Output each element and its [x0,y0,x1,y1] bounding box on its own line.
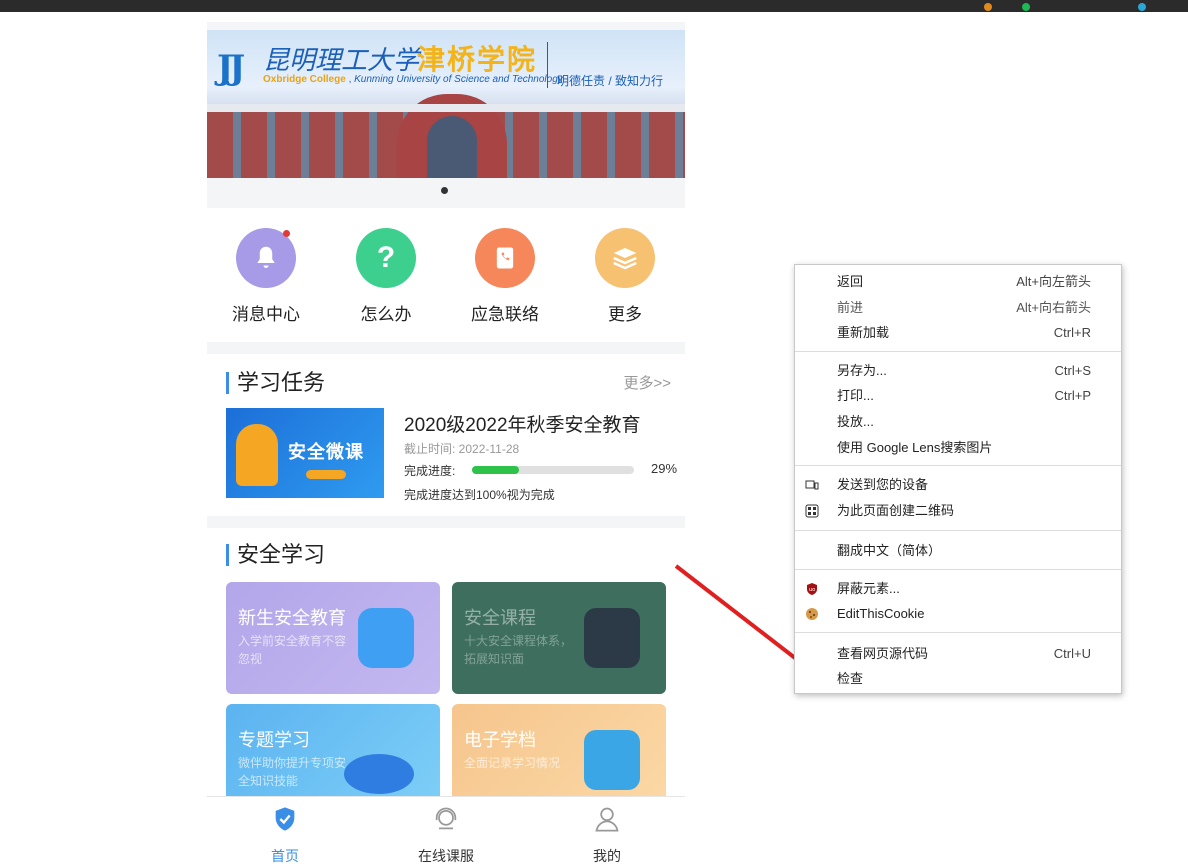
qr-code-icon [805,504,819,518]
cookie-icon [806,608,818,620]
menu-translate[interactable]: 翻成中文（简体） [795,539,1121,563]
menu-google-lens[interactable]: 使用 Google Lens搜索图片 [795,436,1121,460]
context-menu: 返回 Alt+向左箭头 前进 Alt+向右箭头 重新加载 Ctrl+R 另存为... C… [794,264,1122,694]
svg-text:uo: uo [809,587,815,593]
menu-save-as[interactable]: 另存为... Ctrl+S [795,359,1121,383]
menu-separator [795,351,1121,352]
menu-cast[interactable]: 投放... [795,410,1121,434]
menu-inspect[interactable]: 检查 [795,667,1121,691]
menu-reload[interactable]: 重新加载 Ctrl+R [795,321,1121,345]
menu-send-to-device[interactable]: 发送到您的设备 [795,473,1121,497]
menu-view-source[interactable]: 查看网页源代码 Ctrl+U [795,642,1121,666]
menu-separator [795,632,1121,633]
menu-separator [795,530,1121,531]
menu-block-element[interactable]: uo 屏蔽元素... [795,577,1121,601]
menu-separator [795,465,1121,466]
ublock-icon: uo [807,583,817,595]
menu-back[interactable]: 返回 Alt+向左箭头 [795,270,1121,294]
menu-editthiscookie[interactable]: EditThisCookie [795,602,1121,626]
menu-forward[interactable]: 前进 Alt+向右箭头 [795,296,1121,320]
menu-create-qr[interactable]: 为此页面创建二维码 [795,499,1121,523]
device-icon [805,480,819,490]
menu-separator [795,569,1121,570]
menu-print[interactable]: 打印... Ctrl+P [795,384,1121,408]
